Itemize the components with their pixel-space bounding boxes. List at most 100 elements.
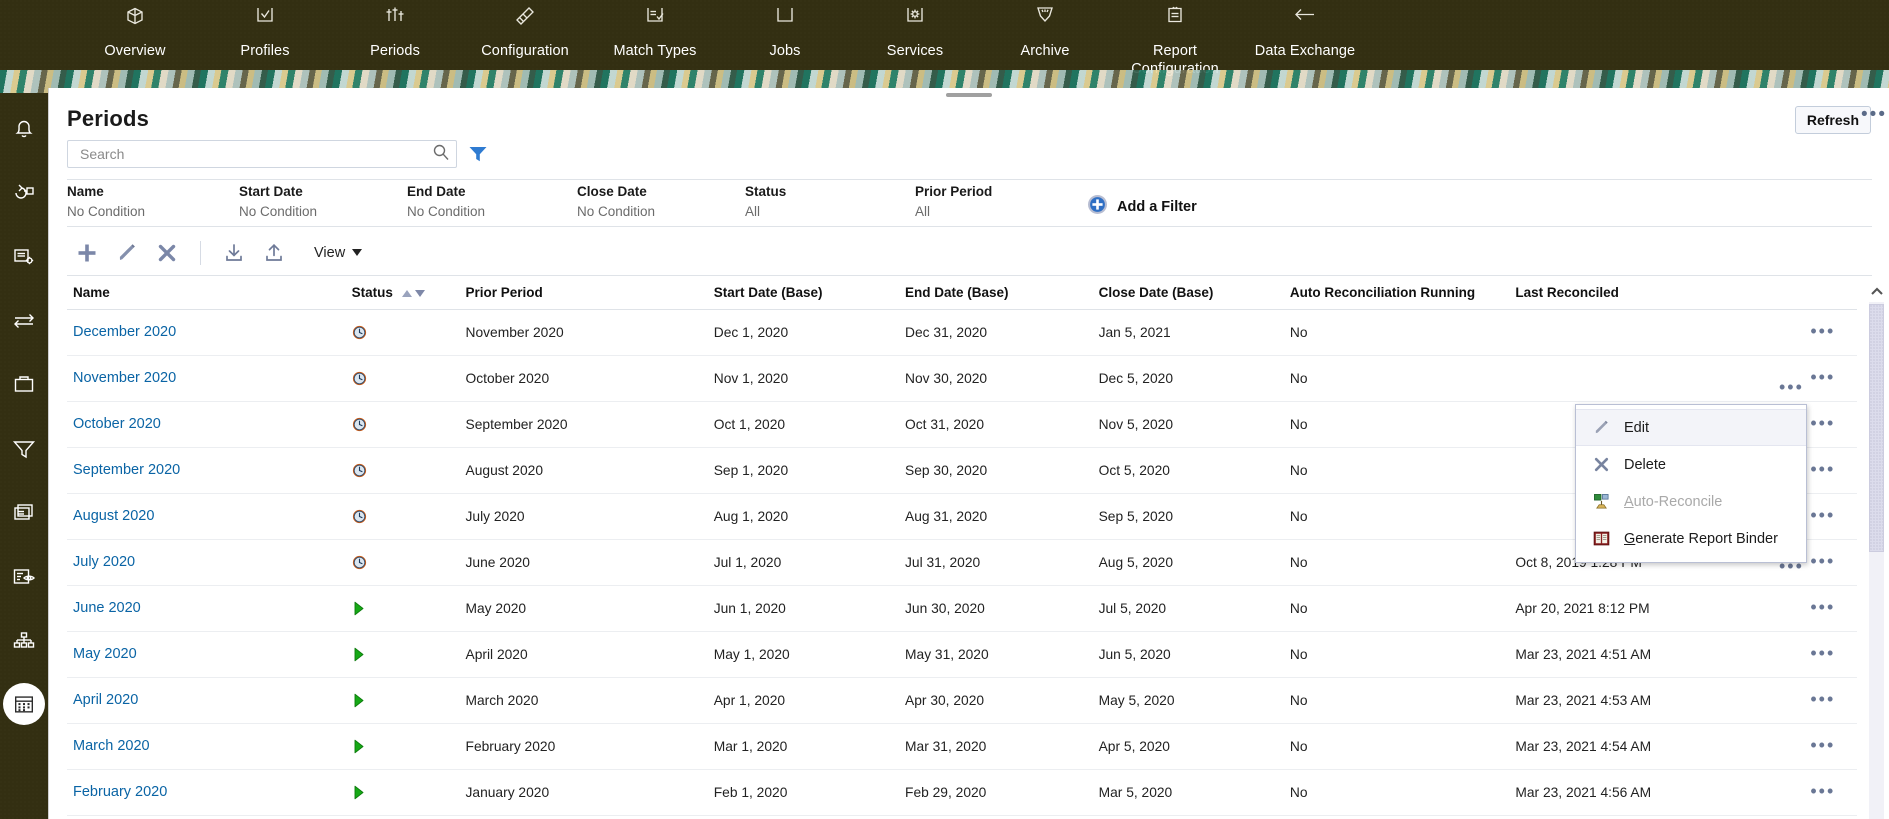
column-header-auto-reconciliation[interactable]: Auto Reconciliation Running <box>1290 277 1515 310</box>
clock-icon[interactable] <box>352 371 466 386</box>
period-name-link[interactable]: August 2020 <box>73 508 154 524</box>
column-header-close-date[interactable]: Close Date (Base) <box>1099 277 1290 310</box>
scrollbar-thumb[interactable] <box>1869 304 1884 552</box>
row-actions-menu-button[interactable]: ••• <box>1810 419 1835 427</box>
period-name-link[interactable]: September 2020 <box>73 462 180 478</box>
import-button[interactable] <box>214 236 254 270</box>
nav-item-jobs[interactable]: Jobs <box>720 0 850 60</box>
period-name-link[interactable]: December 2020 <box>73 324 176 340</box>
column-header-start-date[interactable]: Start Date (Base) <box>714 277 905 310</box>
rail-item-reports[interactable] <box>4 481 44 545</box>
row-actions-menu-button[interactable]: ••• <box>1810 327 1835 335</box>
column-header-prior-period[interactable]: Prior Period <box>466 277 714 310</box>
search-box[interactable] <box>67 140 457 168</box>
period-name-link[interactable]: March 2020 <box>73 738 150 754</box>
clock-icon[interactable] <box>352 509 466 524</box>
column-header-name[interactable]: Name <box>67 277 352 310</box>
clock-icon[interactable] <box>352 325 466 340</box>
open-arrow-icon[interactable] <box>352 693 466 708</box>
table-row[interactable]: December 2020 November 2020 Dec 1, 2020 … <box>67 310 1857 356</box>
sort-arrows[interactable] <box>402 290 425 297</box>
add-button[interactable] <box>67 236 107 270</box>
context-menu-item-delete[interactable]: Delete <box>1576 446 1806 483</box>
filter-icon[interactable] <box>469 146 487 162</box>
table-row[interactable]: February 2020 January 2020 Feb 1, 2020 F… <box>67 770 1857 816</box>
search-input[interactable] <box>78 145 432 163</box>
row-actions-menu-button[interactable]: ••• <box>1810 695 1835 703</box>
filter-column-name[interactable]: NameNo Condition <box>67 184 239 219</box>
delete-button[interactable] <box>147 236 187 270</box>
column-header-last-reconciled[interactable]: Last Reconciled <box>1515 277 1788 310</box>
panel-drag-handle[interactable] <box>946 93 992 97</box>
nav-item-report-configuration[interactable]: Report Configuration <box>1110 0 1240 78</box>
filter-column-value[interactable]: All <box>915 204 1087 219</box>
row-actions-menu-trigger-top[interactable]: ••• <box>1779 383 1804 391</box>
nav-item-archive[interactable]: Archive <box>980 0 1110 60</box>
period-name-link[interactable]: May 2020 <box>73 646 137 662</box>
period-name-link[interactable]: November 2020 <box>73 370 176 386</box>
row-actions-menu-button[interactable]: ••• <box>1810 557 1835 565</box>
filter-column-prior-period[interactable]: Prior PeriodAll <box>915 184 1087 219</box>
nav-item-overview[interactable]: Overview <box>70 0 200 60</box>
column-header-status[interactable]: Status <box>352 277 466 310</box>
row-actions-menu-button[interactable]: ••• <box>1810 465 1835 473</box>
table-row[interactable]: June 2020 May 2020 Jun 1, 2020 Jun 30, 2… <box>67 586 1857 632</box>
filter-column-value[interactable]: No Condition <box>407 204 577 219</box>
row-actions-menu-button[interactable]: ••• <box>1810 741 1835 749</box>
sort-asc-icon[interactable] <box>402 290 412 297</box>
filter-column-status[interactable]: StatusAll <box>745 184 915 219</box>
table-vertical-scrollbar[interactable] <box>1869 284 1885 819</box>
filter-column-close-date[interactable]: Close DateNo Condition <box>577 184 745 219</box>
filter-bar-more-button[interactable]: ••• <box>1861 110 1887 120</box>
open-arrow-icon[interactable] <box>352 739 466 754</box>
filter-column-value[interactable]: No Condition <box>239 204 407 219</box>
context-menu-item-edit[interactable]: Edit <box>1576 409 1806 446</box>
clock-icon[interactable] <box>352 463 466 478</box>
nav-item-profiles[interactable]: Profiles <box>200 0 330 60</box>
period-name-link[interactable]: February 2020 <box>73 784 167 800</box>
add-filter-button[interactable]: Add a Filter <box>1087 194 1197 220</box>
table-row[interactable]: April 2020 March 2020 Apr 1, 2020 Apr 30… <box>67 678 1857 724</box>
filter-column-value[interactable]: No Condition <box>577 204 745 219</box>
nav-item-configuration[interactable]: Configuration <box>460 0 590 60</box>
rail-item-periods-calendar[interactable] <box>3 683 45 725</box>
export-button[interactable] <box>254 236 294 270</box>
search-icon[interactable] <box>432 143 450 166</box>
nav-item-match-types[interactable]: Match Types <box>590 0 720 60</box>
clock-icon[interactable] <box>352 555 466 570</box>
filter-column-start-date[interactable]: Start DateNo Condition <box>239 184 407 219</box>
row-actions-menu-button[interactable]: ••• <box>1810 649 1835 657</box>
period-name-link[interactable]: October 2020 <box>73 416 161 432</box>
rail-item-views[interactable] <box>4 545 44 609</box>
period-name-link[interactable]: April 2020 <box>73 692 138 708</box>
rail-item-data-exchange[interactable] <box>4 289 44 353</box>
nav-item-periods[interactable]: Periods <box>330 0 460 60</box>
table-row[interactable]: March 2020 February 2020 Mar 1, 2020 Mar… <box>67 724 1857 770</box>
rail-item-filters[interactable] <box>4 417 44 481</box>
context-menu-item-generate-report-binder[interactable]: Generate Report Binder <box>1576 520 1806 557</box>
open-arrow-icon[interactable] <box>352 647 466 662</box>
period-name-link[interactable]: June 2020 <box>73 600 141 616</box>
row-actions-menu-button[interactable]: ••• <box>1810 511 1835 519</box>
period-name-link[interactable]: July 2020 <box>73 554 135 570</box>
rail-item-tasks[interactable] <box>4 353 44 417</box>
clock-icon[interactable] <box>352 417 466 432</box>
refresh-button[interactable]: Refresh <box>1795 106 1871 134</box>
row-actions-menu-trigger-bottom[interactable]: ••• <box>1779 562 1804 570</box>
edit-button[interactable] <box>107 236 147 270</box>
rail-item-reconciliations[interactable] <box>4 161 44 225</box>
row-actions-menu-button[interactable]: ••• <box>1810 603 1835 611</box>
filter-column-end-date[interactable]: End DateNo Condition <box>407 184 577 219</box>
filter-column-value[interactable]: No Condition <box>67 204 239 219</box>
nav-item-services[interactable]: Services <box>850 0 980 60</box>
rail-item-alerts[interactable] <box>4 97 44 161</box>
row-actions-menu-button[interactable]: ••• <box>1810 787 1835 795</box>
table-row[interactable]: November 2020 October 2020 Nov 1, 2020 N… <box>67 356 1857 402</box>
filter-column-value[interactable]: All <box>745 204 915 219</box>
column-header-end-date[interactable]: End Date (Base) <box>905 277 1099 310</box>
sort-desc-icon[interactable] <box>415 290 425 297</box>
view-menu-button[interactable]: View <box>314 245 362 261</box>
scroll-up-icon[interactable] <box>1870 284 1884 298</box>
open-arrow-icon[interactable] <box>352 601 466 616</box>
table-row[interactable]: May 2020 April 2020 May 1, 2020 May 31, … <box>67 632 1857 678</box>
